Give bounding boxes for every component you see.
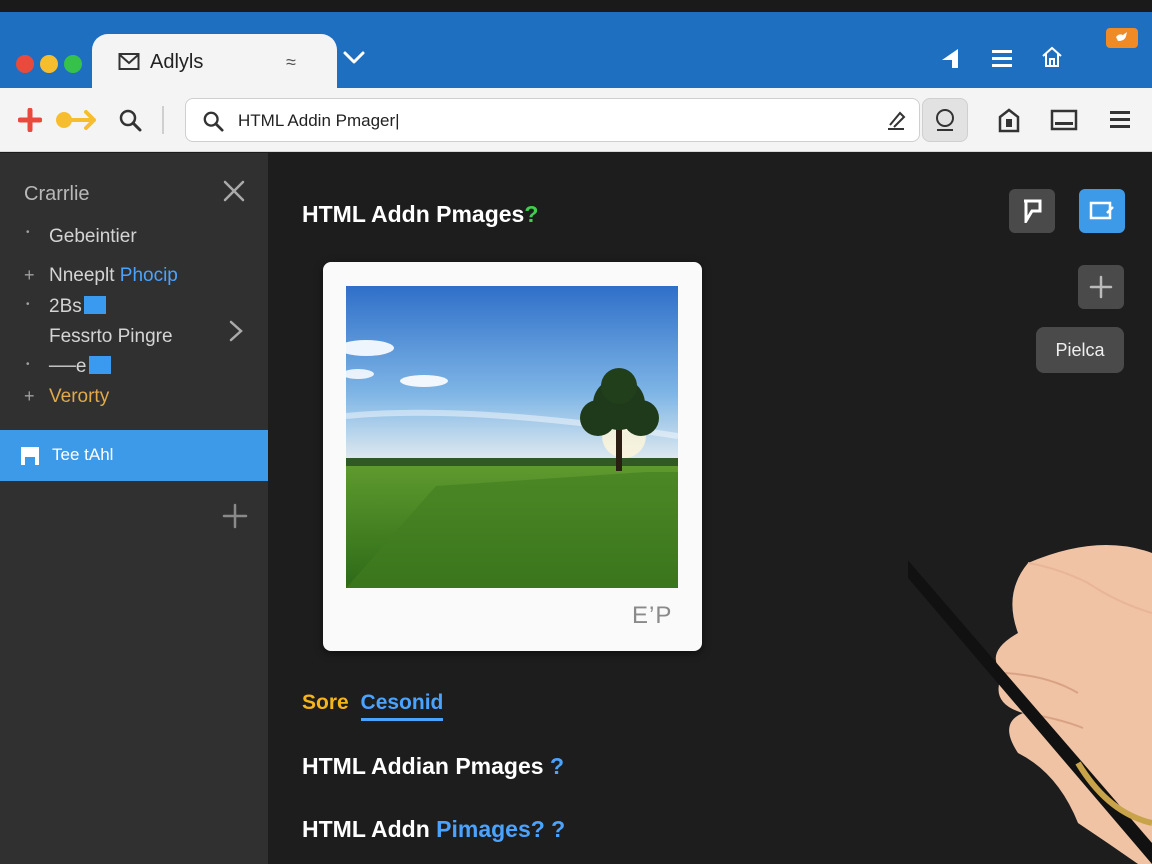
plus-icon xyxy=(1089,275,1113,299)
bookmark-button[interactable] xyxy=(1009,189,1055,233)
nav-bar: HTML Addin Pmager| xyxy=(0,88,1152,152)
add-icon[interactable] xyxy=(222,503,248,534)
page-title: HTML Addn Pmages? xyxy=(302,201,539,227)
menu-icon[interactable] xyxy=(990,48,1014,73)
sidebar-bullet: • xyxy=(26,359,30,370)
lock-icon[interactable] xyxy=(996,107,1022,138)
sidebar-selected-label: Tee tAhl xyxy=(52,445,114,464)
title-bar: Adlyls ≈ xyxy=(0,12,1152,90)
photo-card[interactable]: E’P xyxy=(323,262,702,651)
tab-label: Adlyls xyxy=(150,51,204,73)
account-button[interactable] xyxy=(922,98,968,142)
sidebar-bullet: • xyxy=(26,227,30,238)
flag-icon xyxy=(88,356,111,374)
landscape-image xyxy=(346,286,678,588)
address-bar[interactable]: HTML Addin Pmager| xyxy=(185,98,920,142)
sidebar-item-line[interactable]: ──e xyxy=(49,356,111,378)
tab-score[interactable]: Sore xyxy=(302,691,349,714)
top-strip xyxy=(0,0,1152,12)
edit-button[interactable] xyxy=(1079,189,1125,233)
content-tabs: Sore Cesonid xyxy=(302,691,444,721)
sidebar-title: Crarrlie xyxy=(24,183,90,205)
piece-button[interactable]: Pielca xyxy=(1036,327,1124,373)
bookmark-icon xyxy=(1024,199,1042,223)
sidebar-item-nneeplt[interactable]: Nneeplt Phocip xyxy=(49,265,178,287)
close-icon[interactable] xyxy=(222,179,246,208)
expand-icon[interactable]: + xyxy=(24,265,35,286)
search-icon[interactable] xyxy=(118,108,142,137)
save-icon xyxy=(20,446,40,471)
sidebar-item-gebeintier[interactable]: Gebeintier xyxy=(49,226,137,248)
menu-icon[interactable] xyxy=(1108,109,1132,136)
add-button[interactable] xyxy=(1078,265,1124,309)
sidebar-item-2bs[interactable]: 2Bs xyxy=(49,296,106,318)
forward-icon[interactable] xyxy=(54,108,100,137)
minimize-window-button[interactable] xyxy=(40,55,58,73)
url-text[interactable]: HTML Addin Pmager| xyxy=(238,111,400,131)
main-panel: HTML Addn Pmages? Pielca E’P Sore Cesoni… xyxy=(268,153,1152,864)
window-icon[interactable] xyxy=(1050,108,1078,137)
watermark-text: E’P xyxy=(632,602,673,629)
flag-icon xyxy=(83,296,106,314)
tab-cesonid[interactable]: Cesonid xyxy=(360,691,444,721)
close-window-button[interactable] xyxy=(16,55,34,73)
edit-icon[interactable] xyxy=(884,109,908,138)
sidebar-item-fessrto[interactable]: Fessrto Pingre xyxy=(49,326,173,348)
tab-close-button[interactable]: ≈ xyxy=(286,52,296,73)
content-heading-1: HTML Addian Pmages ? xyxy=(302,753,564,779)
sidebar-item-selected[interactable]: Tee tAhl xyxy=(0,430,268,481)
maximize-window-button[interactable] xyxy=(64,55,82,73)
add-icon[interactable] xyxy=(17,107,43,137)
hand-with-pen xyxy=(908,545,1152,864)
sidebar-item-verorty[interactable]: Verorty xyxy=(49,386,109,408)
user-icon xyxy=(936,109,954,131)
twitter-bird-icon[interactable] xyxy=(1106,28,1138,48)
divider xyxy=(162,106,164,134)
chevron-down-icon[interactable] xyxy=(342,50,366,71)
home-icon[interactable] xyxy=(1040,45,1064,74)
edit-window-icon xyxy=(1089,201,1114,220)
sidebar-bullet: • xyxy=(26,299,30,310)
expand-icon[interactable]: + xyxy=(24,386,35,407)
mail-icon xyxy=(118,52,140,77)
chevron-right-icon[interactable] xyxy=(228,319,244,348)
search-icon xyxy=(202,110,224,137)
sidebar: Crarrlie • Gebeintier + Nneeplt Phocip •… xyxy=(0,153,268,864)
tab-active[interactable]: Adlyls ≈ xyxy=(92,34,337,90)
pin-icon[interactable] xyxy=(940,46,964,75)
content-heading-2: HTML Addn Pimages? ? xyxy=(302,816,566,842)
